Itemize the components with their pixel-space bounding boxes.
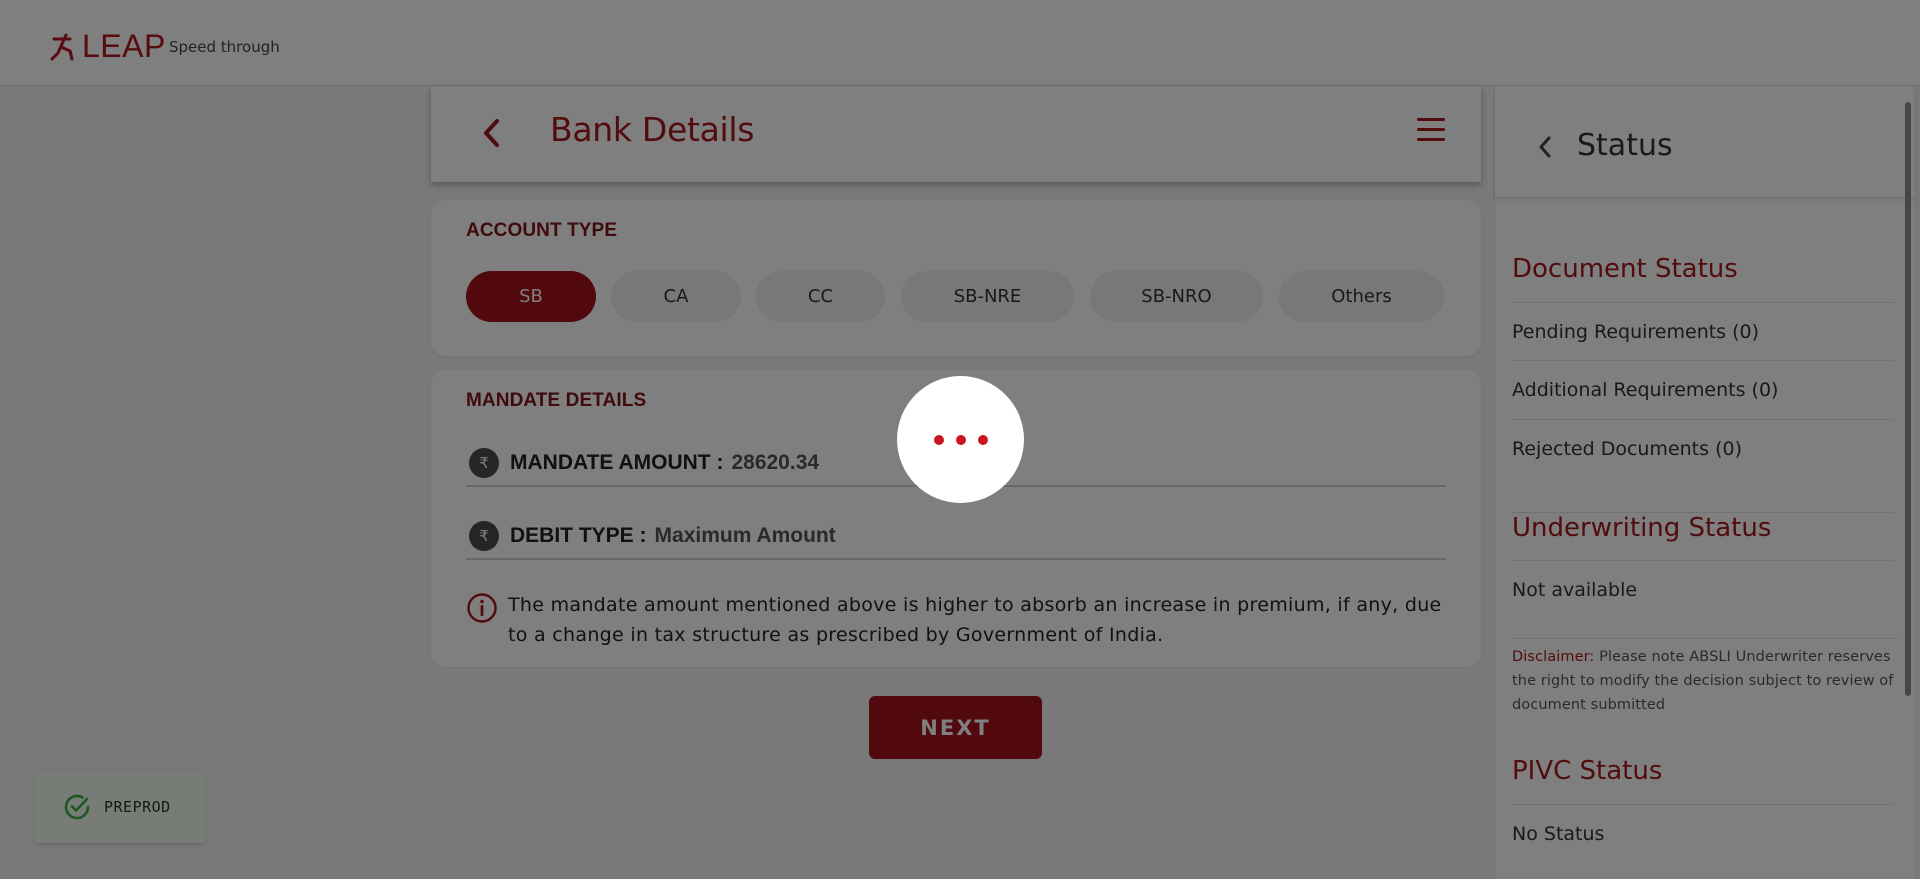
loader-dot	[955, 434, 966, 445]
loading-spinner	[897, 376, 1024, 503]
loader-dot	[977, 434, 988, 445]
loader-dot	[933, 434, 944, 445]
